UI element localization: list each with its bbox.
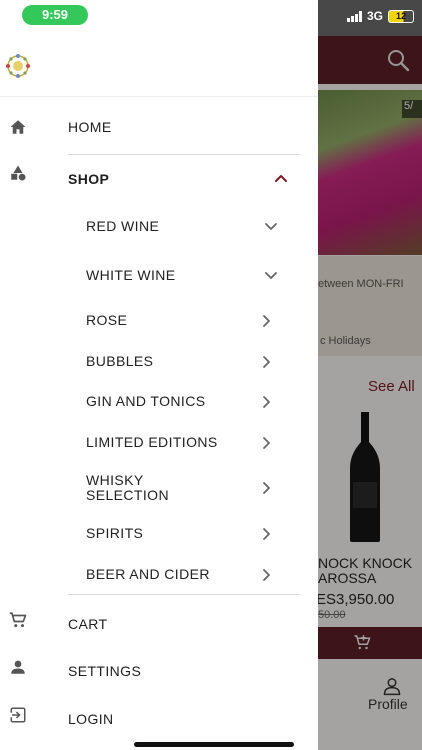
navigation-drawer: HOME SHOP RED WINE WHITE WINE ROSE BUBBL	[0, 0, 318, 750]
submenu-item-label: WHISKY SELECTION	[86, 472, 169, 503]
submenu-item-spirits[interactable]: SPIRITS	[0, 525, 318, 543]
submenu-item-whisky-selection[interactable]: WHISKY SELECTION	[0, 472, 318, 504]
battery-level: 12	[395, 10, 406, 21]
chevron-down-icon[interactable]	[264, 269, 278, 283]
menu-item-shop[interactable]: SHOP	[0, 164, 318, 192]
home-indicator[interactable]	[134, 742, 294, 747]
menu-item-label: SETTINGS	[68, 663, 142, 679]
chevron-right-icon[interactable]	[260, 395, 274, 409]
chevron-right-icon[interactable]	[260, 568, 274, 582]
category-icon	[11, 165, 26, 181]
cart-icon	[9, 612, 27, 628]
chevron-down-icon[interactable]	[264, 220, 278, 234]
menu-item-login[interactable]: LOGIN	[0, 706, 318, 730]
submenu-item-limited-editions[interactable]: LIMITED EDITIONS	[0, 434, 318, 452]
network-type: 3G	[366, 9, 383, 23]
submenu-item-label: BUBBLES	[86, 353, 154, 369]
submenu-item-beer-and-cider[interactable]: BEER AND CIDER	[0, 566, 318, 584]
submenu-item-gin-and-tonics[interactable]: GIN AND TONICS	[0, 393, 318, 411]
menu-item-label: CART	[68, 616, 108, 632]
submenu-item-rose[interactable]: ROSE	[0, 312, 318, 330]
login-icon	[9, 707, 26, 723]
status-indicators: 3G 12	[346, 9, 414, 23]
menu-item-home[interactable]: HOME	[0, 114, 318, 140]
submenu-item-red-wine[interactable]: RED WINE	[0, 218, 318, 236]
chevron-right-icon[interactable]	[260, 436, 274, 450]
submenu-item-label: ROSE	[86, 312, 128, 328]
home-icon	[10, 120, 26, 134]
menu-item-settings[interactable]: SETTINGS	[0, 658, 318, 682]
submenu-item-label: SPIRITS	[86, 525, 144, 541]
submenu-item-label: LIMITED EDITIONS	[86, 434, 218, 450]
header-divider	[0, 96, 318, 97]
chevron-right-icon[interactable]	[260, 527, 274, 541]
submenu-item-label: RED WINE	[86, 218, 160, 234]
menu-item-cart[interactable]: CART	[0, 611, 318, 635]
chevron-right-icon[interactable]	[260, 314, 274, 328]
submenu-item-white-wine[interactable]: WHITE WINE	[0, 267, 318, 285]
chevron-up-icon[interactable]	[274, 171, 288, 185]
store-logo	[2, 50, 34, 82]
menu-item-label: LOGIN	[68, 711, 114, 727]
chevron-right-icon[interactable]	[260, 355, 274, 369]
menu-item-label: HOME	[68, 119, 112, 135]
submenu-item-label: BEER AND CIDER	[86, 566, 210, 582]
signal-icon	[346, 10, 362, 22]
submenu-item-bubbles[interactable]: BUBBLES	[0, 353, 318, 371]
status-time: 9:59	[22, 5, 88, 25]
menu-item-label: SHOP	[68, 171, 110, 187]
battery-icon: 12	[388, 9, 414, 23]
menu-divider	[68, 594, 301, 595]
chevron-right-icon[interactable]	[260, 481, 274, 495]
submenu-item-label: GIN AND TONICS	[86, 393, 206, 409]
submenu-item-label: WHITE WINE	[86, 267, 176, 283]
person-icon	[11, 660, 25, 674]
menu-divider	[68, 154, 301, 155]
